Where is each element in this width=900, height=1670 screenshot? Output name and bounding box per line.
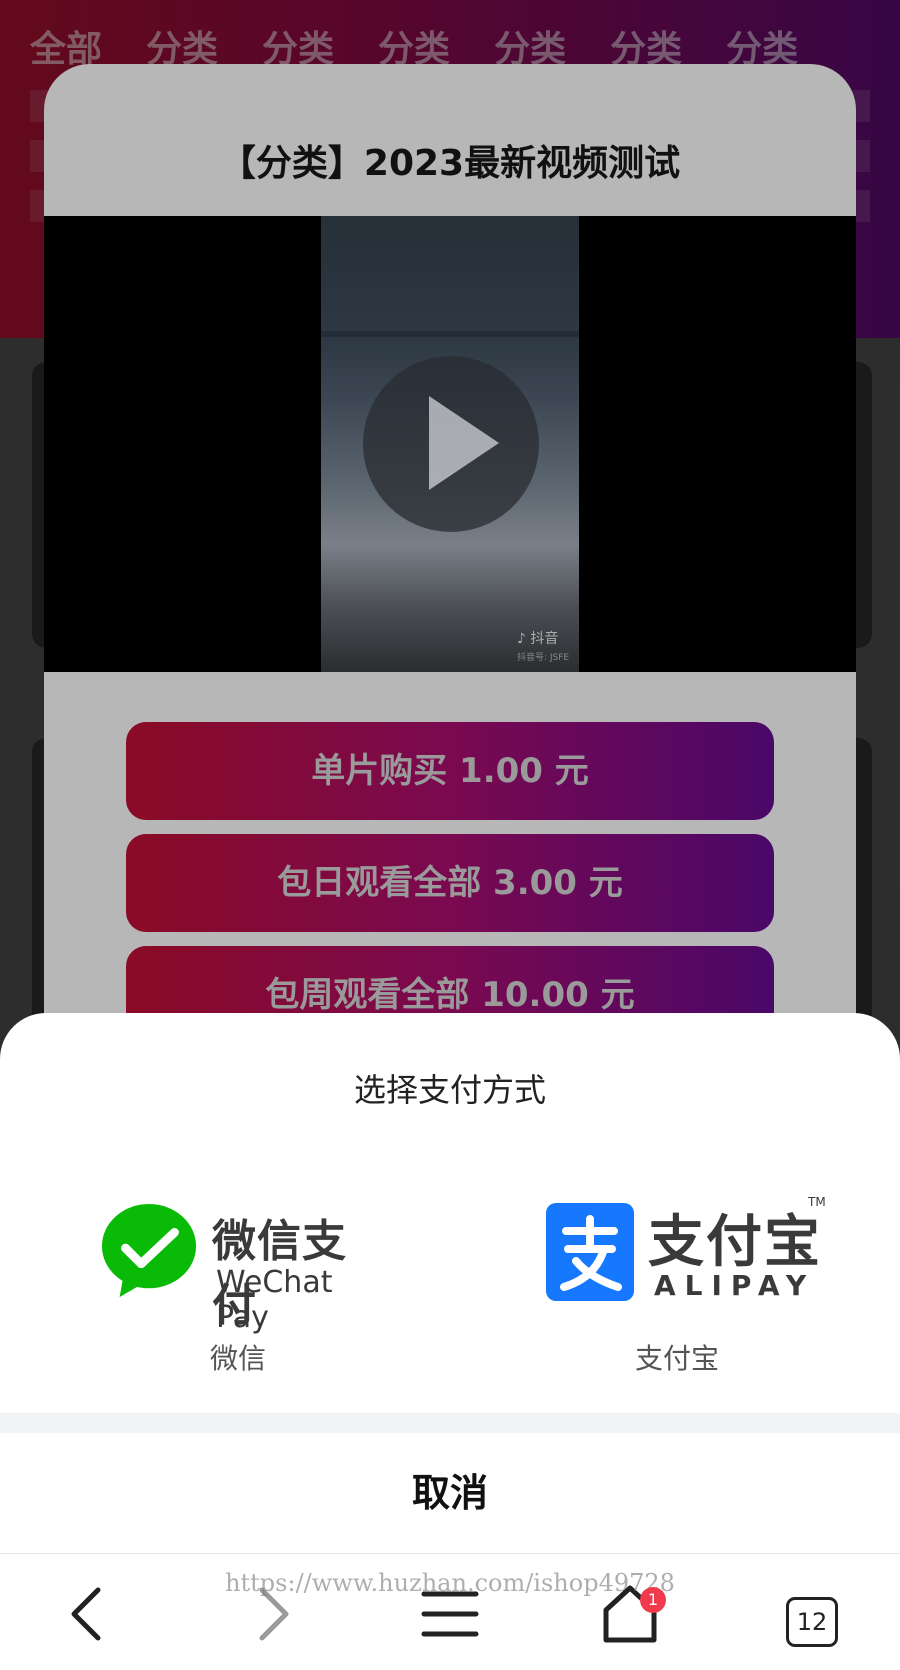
douyin-watermark: ♪ 抖音 bbox=[517, 631, 559, 647]
home-notification-badge: 1 bbox=[640, 1587, 666, 1613]
sheet-divider bbox=[0, 1413, 900, 1433]
cancel-button[interactable]: 取消 bbox=[0, 1433, 900, 1553]
video-player[interactable]: ♪ 抖音 抖音号: JSFE bbox=[44, 216, 856, 672]
alipay-label[interactable]: 支付宝 bbox=[635, 1337, 719, 1377]
video-purchase-modal: 【分类】2023最新视频测试 ♪ 抖音 抖音号: JSFE 单片购买 1.00 … bbox=[44, 64, 856, 1024]
wechat-pay-label[interactable]: 微信 bbox=[210, 1337, 266, 1377]
alipay-logo-text: 支付宝 bbox=[648, 1210, 822, 1275]
alipay-logo-subtext: ALIPAY bbox=[654, 1269, 816, 1302]
buy-daily-button[interactable]: 包日观看全部 3.00 元 bbox=[126, 834, 774, 932]
wechat-pay-icon bbox=[101, 1203, 197, 1298]
douyin-watermark-text: 抖音 bbox=[530, 631, 559, 647]
alipay-trademark: TM bbox=[808, 1195, 826, 1209]
douyin-id: 抖音号: JSFE bbox=[517, 653, 570, 663]
alipay-icon bbox=[546, 1203, 634, 1301]
video-thumbnail: ♪ 抖音 抖音号: JSFE bbox=[321, 216, 579, 672]
thumbnail-horizon bbox=[321, 331, 579, 337]
play-icon bbox=[429, 396, 499, 490]
modal-title: 【分类】2023最新视频测试 bbox=[219, 143, 681, 184]
tabs-count-button[interactable]: 12 bbox=[786, 1597, 838, 1647]
alipay-glyph-icon bbox=[560, 1215, 622, 1291]
play-button[interactable] bbox=[363, 356, 539, 532]
sheet-title: 选择支付方式 bbox=[353, 1071, 546, 1109]
buy-single-button[interactable]: 单片购买 1.00 元 bbox=[126, 722, 774, 820]
site-watermark: https://www.huzhan.com/ishop49728 bbox=[225, 1569, 675, 1597]
wechat-pay-logo-subtext: WeChat Pay bbox=[216, 1265, 333, 1335]
